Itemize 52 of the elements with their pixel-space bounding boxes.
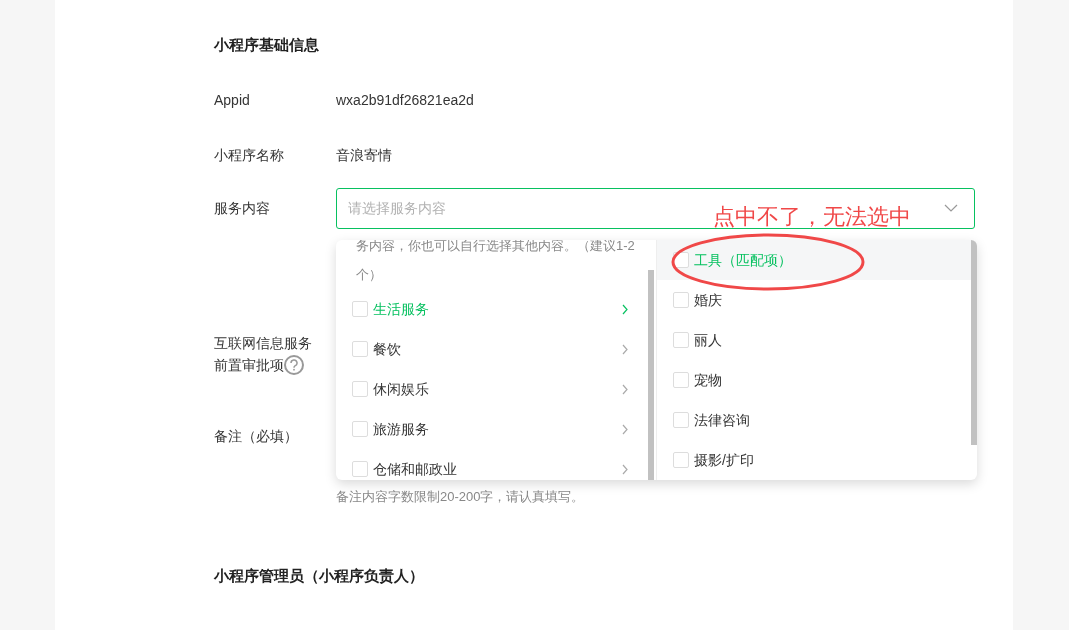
subcategory-item[interactable]: 婚庆 [657, 280, 971, 320]
section-title: 小程序管理员（小程序负责人） [214, 566, 424, 586]
subcategory-label: 摄影/扩印 [694, 450, 754, 470]
subcategory-item[interactable]: 宠物 [657, 360, 971, 400]
checkbox[interactable] [352, 461, 368, 477]
category-label: 生活服务 [373, 299, 430, 319]
category-item[interactable]: 休闲娱乐 [336, 369, 646, 409]
field-value: wxa2b91df26821ea2d [336, 90, 474, 110]
field-label: 前置审批项 [214, 356, 284, 375]
field-label: Appid [214, 90, 251, 110]
checkbox[interactable] [673, 332, 689, 348]
category-label: 仓储和邮政业 [373, 459, 458, 479]
field-label: 备注（必填） [214, 427, 298, 446]
checkbox[interactable] [352, 381, 368, 397]
checkbox[interactable] [673, 372, 689, 388]
category-label: 餐饮 [373, 339, 402, 359]
category-item[interactable]: 仓储和邮政业 [336, 449, 646, 480]
help-icon[interactable] [284, 355, 304, 375]
subcategory-label: 丽人 [694, 330, 722, 350]
chevron-right-icon [622, 383, 628, 395]
field-label: 互联网信息服务 [214, 334, 312, 353]
scrollbar[interactable] [971, 240, 977, 445]
subcategory-item[interactable]: 法律咨询 [657, 400, 971, 440]
subcategory-label: 法律咨询 [694, 410, 750, 430]
hint-text: 备注内容字数限制20-200字，请认真填写。 [336, 488, 585, 506]
annotation-text: 点中不了，无法选中 [713, 203, 911, 231]
chevron-right-icon [622, 343, 628, 355]
subcategory-label: 宠物 [694, 370, 722, 390]
chevron-right-icon [622, 423, 628, 435]
category-item[interactable]: 旅游服务 [336, 409, 646, 449]
chevron-right-icon [622, 463, 628, 475]
scrollbar[interactable] [648, 270, 654, 480]
subcategory-item[interactable]: 摄影/扩印 [657, 440, 971, 480]
checkbox[interactable] [673, 452, 689, 468]
subcategory-label: 工具（匹配项） [694, 250, 792, 270]
category-label: 旅游服务 [373, 419, 430, 439]
subcategory-item[interactable]: 丽人 [657, 320, 971, 360]
chevron-right-icon [622, 303, 628, 315]
category-item[interactable]: 餐饮 [336, 329, 646, 369]
section-title: 小程序基础信息 [214, 35, 320, 55]
field-label: 服务内容 [214, 199, 271, 218]
checkbox[interactable] [673, 412, 689, 428]
field-label: 小程序名称 [214, 145, 285, 165]
field-value: 音浪寄情 [336, 145, 392, 165]
chevron-down-icon [944, 204, 958, 213]
checkbox[interactable] [352, 341, 368, 357]
checkbox[interactable] [352, 421, 368, 437]
category-label: 休闲娱乐 [373, 379, 430, 399]
select-placeholder: 请选择服务内容 [348, 199, 446, 218]
subcategory-label: 婚庆 [694, 290, 722, 310]
checkbox[interactable] [673, 292, 689, 308]
checkbox[interactable] [352, 301, 368, 317]
